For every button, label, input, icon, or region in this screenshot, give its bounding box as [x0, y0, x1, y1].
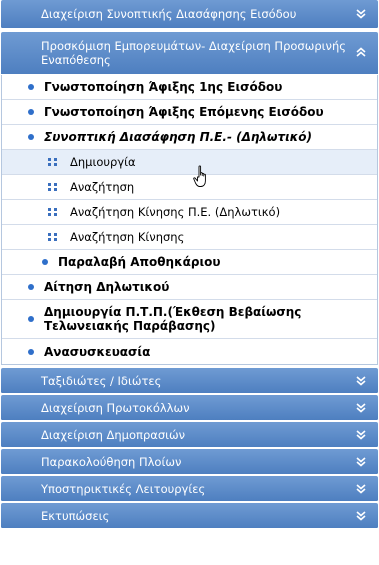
menu-item-create-violation-report[interactable]: Δημιουργία Π.Τ.Π.(Έκθεση Βεβαίωσης Τελων…: [2, 300, 377, 339]
menu-section-auctions[interactable]: Διαχείριση Δημοπρασιών: [1, 422, 378, 448]
bullet-icon: [28, 134, 34, 140]
menu-item-label: Παραλαβή Αποθηκάριου: [58, 255, 221, 269]
menu-item-arrival-first-entry[interactable]: Γνωστοποίηση Άφιξης 1ης Εισόδου: [2, 75, 377, 100]
section-label: Υποστηρικτικές Λειτουργίες: [41, 481, 206, 496]
chevron-double-up-icon[interactable]: [354, 45, 368, 59]
bullet-icon: [28, 109, 34, 115]
grid-bullet-icon: [48, 207, 58, 217]
hand-pointer-icon: [193, 165, 213, 193]
submenu-item-create[interactable]: Δημιουργία: [2, 150, 377, 175]
bullet-icon: [42, 259, 48, 265]
grid-bullet-icon: [48, 232, 58, 242]
menu-item-label: Αίτηση Δηλωτικού: [44, 280, 170, 294]
submenu-item-label: Αναζήτηση: [70, 180, 135, 194]
section-label: Εκτυπώσεις: [41, 508, 110, 523]
submenu-item-search[interactable]: Αναζήτηση: [2, 175, 377, 200]
submenu-item-label: Αναζήτηση Κίνησης: [70, 230, 185, 244]
grid-bullet-icon: [48, 157, 58, 167]
menu-item-arrival-next-entry[interactable]: Γνωστοποίηση Άφιξης Επόμενης Εισόδου: [2, 100, 377, 125]
menu-item-label: Γνωστοποίηση Άφιξης 1ης Εισόδου: [44, 80, 283, 94]
submenu-item-search-movement[interactable]: Αναζήτηση Κίνησης: [2, 225, 377, 250]
menu-item-repackaging[interactable]: Ανασυσκευασία: [2, 339, 377, 364]
chevron-double-down-icon[interactable]: [354, 482, 368, 496]
menu-item-label: Γνωστοποίηση Άφιξης Επόμενης Εισόδου: [44, 105, 324, 119]
section-label: Παρακολούθηση Πλοίων: [41, 454, 182, 469]
bullet-icon: [28, 84, 34, 90]
chevron-double-down-icon[interactable]: [354, 509, 368, 523]
menu-item-declaration-request[interactable]: Αίτηση Δηλωτικού: [2, 275, 377, 300]
menu-item-summary-declaration[interactable]: Συνοπτική Διασάφηση Π.Ε.- (Δηλωτικό): [2, 125, 377, 150]
menu-section-travellers[interactable]: Ταξιδιώτες / Ιδιώτες: [1, 368, 378, 394]
section-label: Ταξιδιώτες / Ιδιώτες: [41, 373, 162, 388]
menu-section-printouts[interactable]: Εκτυπώσεις: [1, 503, 378, 529]
section-label: Διαχείριση Πρωτοκόλλων: [41, 400, 190, 415]
menu-section-ship-tracking[interactable]: Παρακολούθηση Πλοίων: [1, 449, 378, 475]
bullet-icon: [28, 316, 34, 322]
submenu-item-search-movement-declaration[interactable]: Αναζήτηση Κίνησης Π.Ε. (Δηλωτικό): [2, 200, 377, 225]
menu-section-support-functions[interactable]: Υποστηρικτικές Λειτουργίες: [1, 476, 378, 502]
menu-section-goods-presentation[interactable]: Προσκόμιση Εμπορευμάτων- Διαχείριση Προσ…: [1, 32, 378, 75]
chevron-double-down-icon[interactable]: [354, 7, 368, 21]
chevron-double-down-icon[interactable]: [354, 401, 368, 415]
menu-item-label: Ανασυσκευασία: [44, 344, 151, 359]
chevron-double-down-icon[interactable]: [354, 428, 368, 442]
section-label: Προσκόμιση Εμπορευμάτων- Διαχείριση Προσ…: [41, 39, 346, 67]
menu-item-label: Συνοπτική Διασάφηση Π.Ε.- (Δηλωτικό): [44, 130, 313, 144]
menu-section-summary-declaration[interactable]: Διαχείριση Συνοπτικής Διασάφησης Εισόδου: [1, 0, 378, 29]
bullet-icon: [28, 348, 34, 355]
menu-panel-goods-presentation: Γνωστοποίηση Άφιξης 1ης Εισόδου Γνωστοπο…: [1, 75, 378, 365]
submenu-item-label: Δημιουργία: [70, 155, 136, 169]
menu-section-protocols[interactable]: Διαχείριση Πρωτοκόλλων: [1, 395, 378, 421]
menu-item-warehouse-receipt[interactable]: Παραλαβή Αποθηκάριου: [2, 250, 377, 275]
menu-item-label: Δημιουργία Π.Τ.Π.(Έκθεση Βεβαίωσης Τελων…: [44, 305, 302, 333]
chevron-double-down-icon[interactable]: [354, 455, 368, 469]
section-label: Διαχείριση Δημοπρασιών: [41, 427, 186, 442]
section-label: Διαχείριση Συνοπτικής Διασάφησης Εισόδου: [41, 7, 297, 21]
chevron-double-down-icon[interactable]: [354, 374, 368, 388]
navigation-menu: Διαχείριση Συνοπτικής Διασάφησης Εισόδου…: [1, 0, 378, 529]
grid-bullet-icon: [48, 182, 58, 192]
submenu-item-label: Αναζήτηση Κίνησης Π.Ε. (Δηλωτικό): [70, 205, 281, 219]
bullet-icon: [28, 284, 34, 290]
